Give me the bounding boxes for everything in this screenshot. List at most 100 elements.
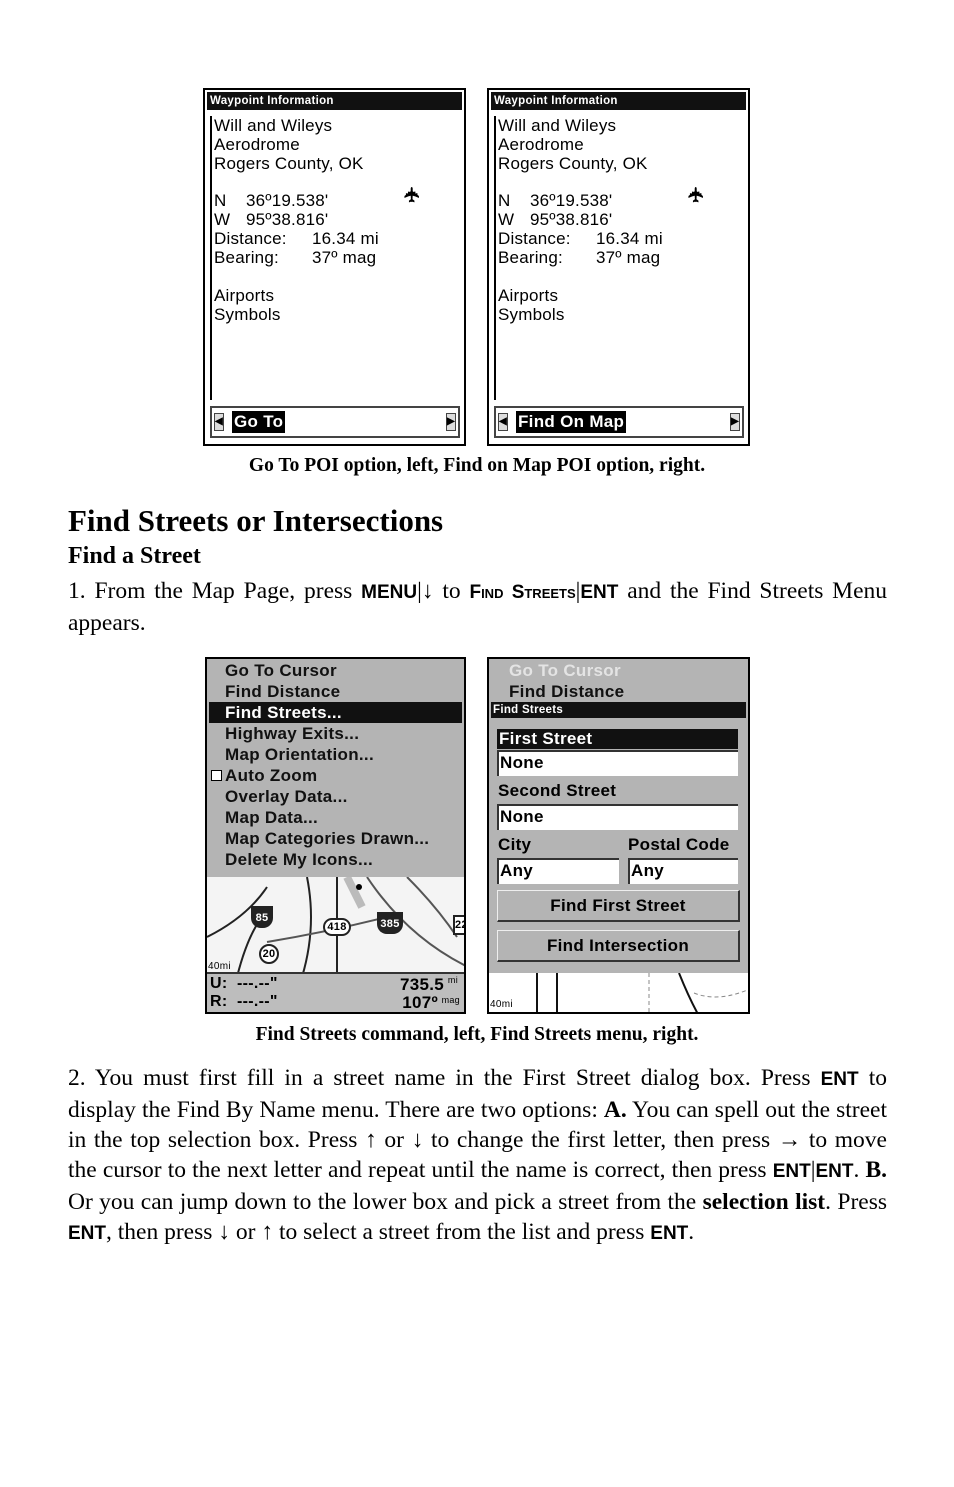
menu-item-overlay-data[interactable]: Overlay Data... <box>225 786 348 807</box>
menu-item-delete-my-icons[interactable]: Delete My Icons... <box>225 849 373 870</box>
latitude: 36º19.538' <box>246 191 329 210</box>
key-name: ENT <box>815 1161 854 1182</box>
waypoint-info-screen: Waypoint Information Will and Wileys Aero… <box>487 88 750 446</box>
waypoint-details: Will and Wileys Aerodrome Rogers County, O… <box>494 116 744 400</box>
text-run: 2. You must first fill in a street name … <box>68 1065 821 1091</box>
distance-value: 16.34 mi <box>596 229 663 248</box>
u-label: U: <box>210 975 228 992</box>
key-name: ENT <box>650 1223 689 1244</box>
latitude: 36º19.538' <box>530 191 613 210</box>
menu-item-go-to-cursor[interactable]: Go To Cursor <box>225 660 337 681</box>
text-run: . <box>688 1219 695 1245</box>
menu-item-auto-zoom[interactable]: Auto Zoom <box>225 765 317 786</box>
waypoint-info-screen: Waypoint Information Will and Wileys Aero… <box>203 88 466 446</box>
text-run: |↓ to <box>417 578 470 604</box>
key-name: ENT <box>68 1223 106 1244</box>
distance-value: 16.34 mi <box>312 229 379 248</box>
first-street-label: First Street <box>497 729 738 749</box>
bold-text: B. <box>865 1157 888 1183</box>
r-value: ---.--" <box>237 993 278 1010</box>
menu-item-map-orientation[interactable]: Map Orientation... <box>225 744 374 765</box>
lat-hemisphere: N <box>214 191 227 210</box>
lon-hemisphere: W <box>214 210 231 229</box>
arrow-left-icon[interactable]: ◀ <box>498 413 508 431</box>
screen-title: Waypoint Information <box>491 92 746 110</box>
bearing-value: 37º mag <box>312 248 377 267</box>
map-view[interactable] <box>489 973 750 1014</box>
r-label: R: <box>210 993 228 1010</box>
option-selector[interactable]: ◀ Find On Map ▶ <box>494 406 744 438</box>
bold-text: A. <box>603 1097 627 1123</box>
category-line: Airports <box>498 286 559 305</box>
distance-label: Distance: <box>498 229 571 248</box>
bold-text: selection list <box>702 1189 826 1215</box>
route-418-marker: 418 <box>323 918 351 936</box>
city-input[interactable]: Any <box>497 858 619 884</box>
second-street-input[interactable]: None <box>497 804 738 830</box>
arrow-right-icon[interactable]: ▶ <box>446 413 456 431</box>
menu-item-highway-exits[interactable]: Highway Exits... <box>225 723 359 744</box>
lat-hemisphere: N <box>498 191 511 210</box>
airplane-icon: ✈ <box>686 185 709 204</box>
interstate-385-shield: 385 <box>377 912 403 934</box>
selected-option[interactable]: Find On Map <box>516 411 627 433</box>
waypoint-name-line: Aerodrome <box>498 135 584 154</box>
subsection-heading: Find a Street <box>68 543 201 569</box>
key-name: ENT <box>580 582 619 603</box>
menu-item-map-categories-drawn[interactable]: Map Categories Drawn... <box>225 828 429 849</box>
text-run: . Press <box>825 1189 888 1215</box>
dialog-title: Find Streets <box>491 702 746 718</box>
route-20-marker: 20 <box>259 944 279 964</box>
auto-zoom-checkbox[interactable] <box>211 770 222 781</box>
waypoint-name-line: Aerodrome <box>214 135 300 154</box>
interstate-85-shield: 85 <box>251 906 273 928</box>
waypoint-details: Will and Wileys Aerodrome Rogers County, O… <box>210 116 460 400</box>
key-name: ENT <box>772 1161 811 1182</box>
second-street-label: Second Street <box>498 781 617 800</box>
step-1-paragraph: 1. From the Map Page, press MENU|↓ to Fi… <box>68 576 887 638</box>
step-2-paragraph: 2. You must first fill in a street name … <box>68 1063 887 1249</box>
category-line: Symbols <box>498 305 565 324</box>
lon-hemisphere: W <box>498 210 515 229</box>
find-streets-dialog: Go To Cursor Find Distance Find Streets … <box>489 659 748 973</box>
first-street-input[interactable]: None <box>497 750 738 776</box>
key-name: Find Streets <box>469 582 576 603</box>
bearing-label: Bearing: <box>214 248 279 267</box>
find-intersection-button[interactable]: Find Intersection <box>497 930 740 962</box>
waypoint-name-line: Will and Wileys <box>498 116 617 135</box>
waypoint-name-line: Rogers County, OK <box>214 154 364 173</box>
map-menu-screen: 85 385 418 20 22 40mi Go To CursorFind D… <box>205 657 466 1014</box>
distance-value: 735.5 <box>399 975 444 994</box>
postal-code-input[interactable]: Any <box>628 858 738 884</box>
text-run: 1. From the Map Page, press <box>68 578 362 604</box>
map-scale: 40mi <box>490 999 513 1010</box>
map-scale: 40mi <box>208 961 231 972</box>
waypoint-name-line: Will and Wileys <box>214 116 333 135</box>
city-label: City <box>498 835 532 854</box>
menu-item-find-streets[interactable]: Find Streets... <box>209 702 462 723</box>
figure-caption-1: Go To POI option, left, Find on Map POI … <box>248 455 706 476</box>
postal-code-label: Postal Code <box>628 835 730 854</box>
distance-unit: mi <box>447 975 458 985</box>
option-selector[interactable]: ◀ Go To ▶ <box>210 406 460 438</box>
map-menu: Go To Cursor Find Distance Find Streets...… <box>207 659 464 877</box>
text-run: Or you can jump down to the lower box an… <box>68 1189 703 1215</box>
route-22-marker: 22 <box>453 915 464 935</box>
bearing-value: 107º <box>402 993 438 1012</box>
section-heading: Find Streets or Intersections <box>68 503 444 538</box>
status-bar: U: ---.--" R: ---.--" 735.5 mi 107º mag <box>207 972 464 1012</box>
arrow-right-icon[interactable]: ▶ <box>730 413 740 431</box>
airplane-icon: ✈ <box>402 185 425 204</box>
menu-item-find-distance[interactable]: Find Distance <box>225 681 340 702</box>
category-line: Airports <box>214 286 275 305</box>
key-name: MENU <box>361 582 418 603</box>
key-name: ENT <box>820 1069 859 1090</box>
arrow-left-icon[interactable]: ◀ <box>214 413 224 431</box>
find-first-street-button[interactable]: Find First Street <box>497 890 740 922</box>
menu-item-map-data[interactable]: Map Data... <box>225 807 318 828</box>
selected-option[interactable]: Go To <box>232 411 286 433</box>
menu-item-go-to-cursor: Go To Cursor <box>509 661 621 680</box>
text-run: . <box>853 1157 866 1183</box>
screen-title: Waypoint Information <box>207 92 462 110</box>
bearing-value: 37º mag <box>596 248 661 267</box>
